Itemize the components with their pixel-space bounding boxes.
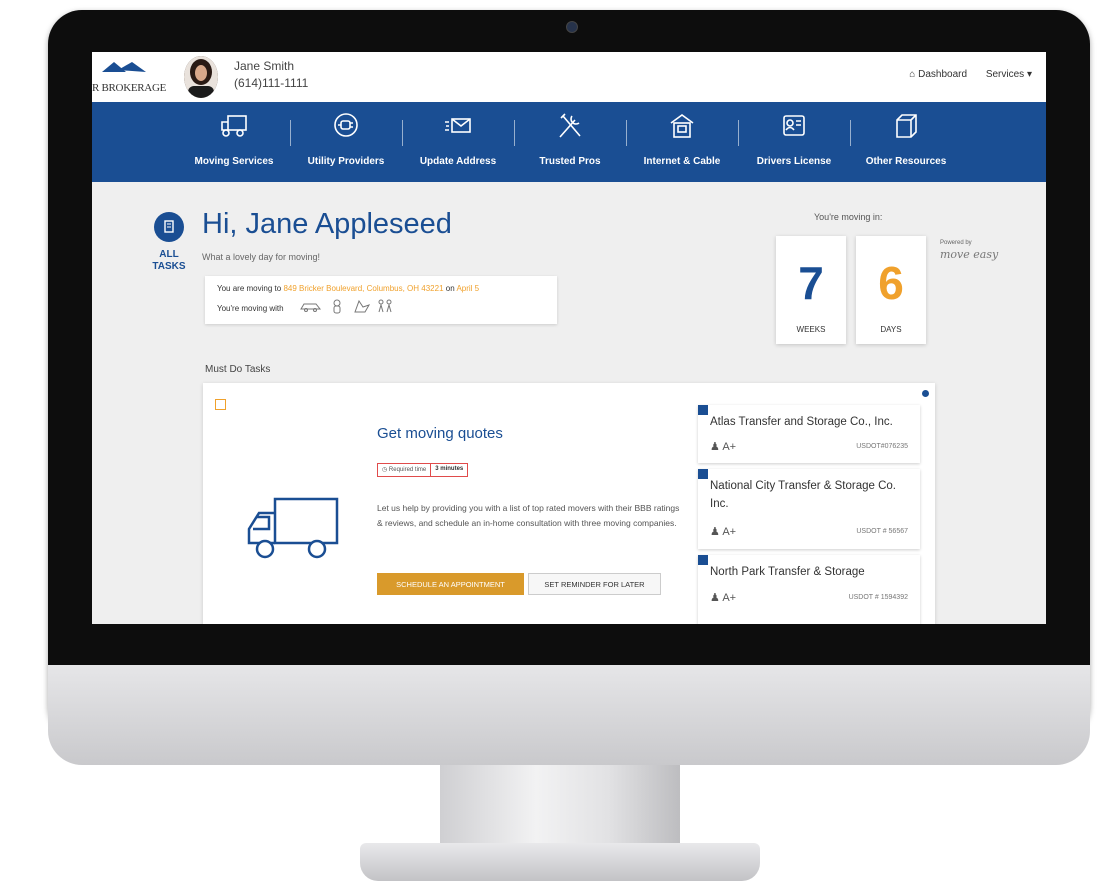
- required-time-value: 3 minutes: [430, 464, 467, 476]
- nav-label: Moving Services: [194, 156, 274, 167]
- all-tasks-label-line1: ALL: [159, 249, 179, 260]
- truck-illustration: [247, 497, 339, 559]
- set-reminder-button[interactable]: SET REMINDER FOR LATER: [528, 573, 661, 595]
- services-menu-label: Services: [985, 69, 1025, 80]
- weeks-label: WEEKS: [796, 325, 826, 334]
- mover-card[interactable]: North Park Transfer & Storage ♟ A+ USDOT…: [698, 555, 920, 624]
- webcam: [566, 21, 578, 33]
- mover-name: North Park Transfer & Storage: [710, 566, 865, 578]
- all-tasks-label-line2: TASKS: [152, 261, 186, 272]
- bbb-rating: ♟ A+: [710, 592, 737, 604]
- move-address-link[interactable]: 849 Bricker Boulevard, Columbus, OH 4322…: [283, 284, 443, 293]
- section-title: Must Do Tasks: [205, 364, 271, 375]
- id-card-icon: [783, 115, 805, 136]
- move-on: on: [445, 284, 455, 293]
- usdot-number: USDOT # 56567: [856, 528, 908, 535]
- nav-trusted-pros[interactable]: Trusted Pros: [514, 102, 626, 182]
- household-icons: [300, 299, 392, 314]
- bbb-rating-value: A+: [722, 441, 737, 453]
- nav-label: Update Address: [419, 156, 497, 167]
- nav-drivers-license[interactable]: Drivers License: [738, 102, 850, 182]
- router-icon: [670, 114, 694, 138]
- selected-check-icon[interactable]: [698, 555, 708, 565]
- baby-icon: [333, 299, 341, 314]
- agent-name: Jane Smith: [234, 59, 295, 73]
- main-nav: Moving Services Utility Providers Update…: [92, 102, 1046, 182]
- nav-other-resources[interactable]: Other Resources: [850, 102, 962, 182]
- mover-name: Atlas Transfer and Storage Co., Inc.: [710, 416, 893, 428]
- car-icon: [300, 303, 322, 312]
- days-label: DAYS: [880, 325, 902, 334]
- all-tasks-label[interactable]: ALL TASKS: [152, 249, 186, 273]
- move-prefix: You are moving to: [217, 284, 282, 293]
- weeks-card: 7 WEEKS: [776, 236, 846, 344]
- days-card: 6 DAYS: [856, 236, 926, 344]
- nav-update-address[interactable]: Update Address: [402, 102, 514, 182]
- required-time-badge: ◷ Required time 3 minutes: [377, 463, 469, 477]
- usdot-number: USDOT # 1594392: [848, 594, 908, 601]
- bbb-rating: ♟ A+: [710, 526, 737, 538]
- brand-name: R BROKERAGE: [92, 82, 167, 94]
- nav-moving-services[interactable]: Moving Services: [178, 102, 290, 182]
- days-value: 6: [878, 257, 904, 309]
- move-destination: You are moving to 849 Bricker Boulevard,…: [217, 284, 479, 293]
- box-icon: [896, 114, 917, 138]
- tools-icon: [559, 113, 581, 138]
- page-subtitle: What a lovely day for moving!: [202, 252, 321, 262]
- mover-name: National City Transfer & Storage Co. Inc…: [710, 480, 896, 510]
- top-links: ⌂ Dashboard Services ▾: [893, 69, 1032, 80]
- moving-with-label: You're moving with: [217, 304, 284, 313]
- selected-check-icon[interactable]: [698, 405, 708, 415]
- info-icon[interactable]: [922, 390, 929, 397]
- family-icon: [378, 299, 392, 313]
- nav-internet-cable[interactable]: Internet & Cable: [626, 102, 738, 182]
- countdown-label: You're moving in:: [814, 212, 883, 222]
- page-title: Hi, Jane Appleseed: [202, 208, 452, 240]
- screen: R BROKERAGE Jane Smith (614)111-1111 ⌂ D…: [92, 52, 1046, 624]
- nav-label: Internet & Cable: [643, 156, 721, 167]
- task-description: Let us help by providing you with a list…: [377, 503, 680, 528]
- agent-phone[interactable]: (614)111-1111: [234, 76, 308, 90]
- list-icon: [164, 220, 174, 233]
- monitor-stand-neck: [440, 765, 680, 850]
- nav-utility-providers[interactable]: Utility Providers: [290, 102, 402, 182]
- agent-avatar: [184, 56, 218, 98]
- move-date-link[interactable]: April 5: [456, 284, 479, 293]
- powered-by-logo[interactable]: move easy: [940, 248, 998, 261]
- clock-icon: ◷ Required time: [382, 467, 427, 473]
- pet-icon: [354, 299, 371, 313]
- task-card: Get moving quotes ◷ Required time 3 minu…: [203, 383, 935, 624]
- nav-label: Other Resources: [865, 156, 947, 167]
- powered-by-label: Powered by: [940, 240, 972, 246]
- all-tasks-button[interactable]: [154, 212, 184, 242]
- services-menu[interactable]: Services ▾: [986, 69, 1032, 80]
- nav-label: Utility Providers: [307, 156, 385, 167]
- selected-check-icon[interactable]: [698, 469, 708, 479]
- monitor-chin: [48, 665, 1090, 765]
- nav-label: Drivers License: [756, 156, 832, 167]
- monitor-stand-foot: [360, 843, 760, 881]
- bbb-rating: ♟ A+: [710, 441, 737, 453]
- mover-card[interactable]: National City Transfer & Storage Co. Inc…: [698, 469, 920, 549]
- envelope-icon: [445, 118, 471, 133]
- move-info-card: You are moving to 849 Bricker Boulevard,…: [205, 276, 557, 324]
- nav-label: Trusted Pros: [539, 156, 601, 167]
- brand-logo[interactable]: R BROKERAGE: [92, 58, 170, 98]
- dashboard-link-label: Dashboard: [918, 69, 968, 80]
- top-bar: R BROKERAGE Jane Smith (614)111-1111 ⌂ D…: [92, 52, 1046, 102]
- truck-icon: [221, 115, 247, 137]
- weeks-value: 7: [798, 257, 824, 309]
- task-title: Get moving quotes: [377, 425, 503, 442]
- plug-icon: [334, 113, 358, 137]
- dashboard-link[interactable]: ⌂ Dashboard: [909, 69, 967, 80]
- bbb-rating-value: A+: [722, 592, 737, 604]
- required-time-label: Required time: [388, 467, 427, 473]
- bbb-rating-value: A+: [722, 526, 737, 538]
- mover-card[interactable]: Atlas Transfer and Storage Co., Inc. ♟ A…: [698, 405, 920, 463]
- task-checkbox[interactable]: [215, 399, 226, 410]
- usdot-number: USDOT#076235: [856, 443, 908, 450]
- schedule-appointment-button[interactable]: SCHEDULE AN APPOINTMENT: [377, 573, 524, 595]
